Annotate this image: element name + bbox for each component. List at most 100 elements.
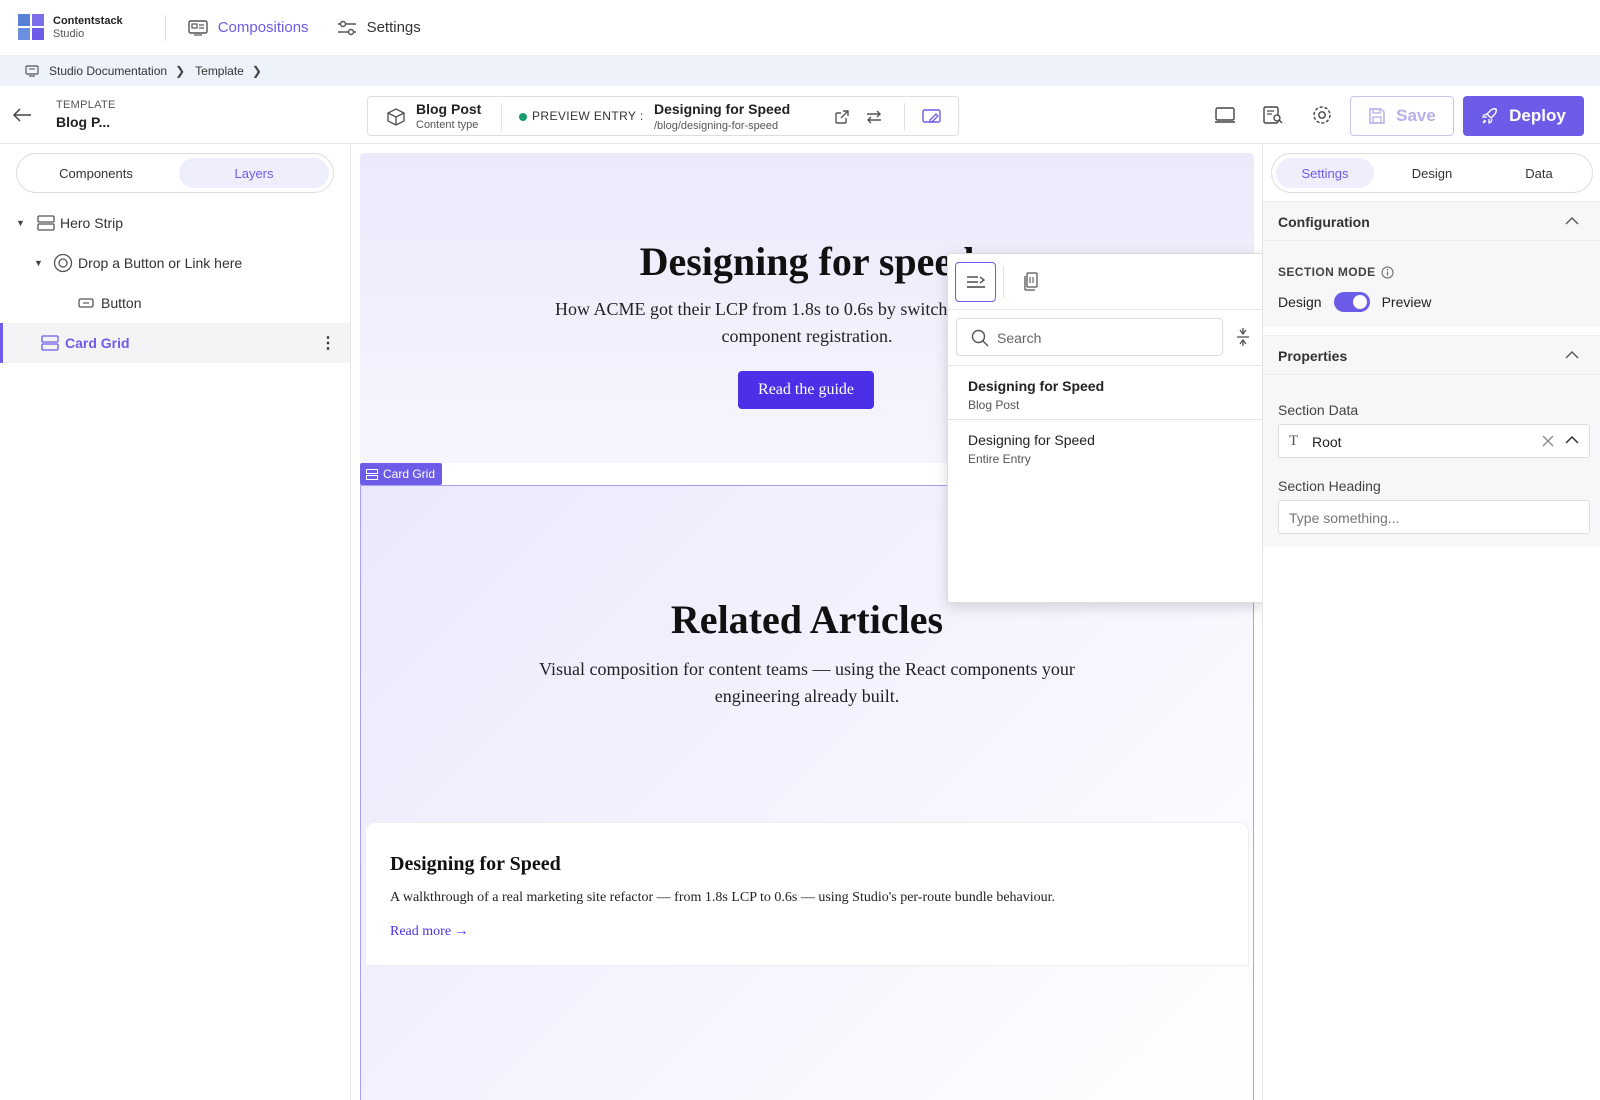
- deploy-button-label: Deploy: [1509, 106, 1566, 125]
- popup-option-sub: Blog Post: [968, 398, 1020, 412]
- nav-divider: [164, 14, 166, 41]
- layer-label: Hero Strip: [60, 215, 124, 231]
- article-card[interactable]: Designing for Speed A walkthrough of a r…: [365, 822, 1249, 966]
- sliders-icon: [337, 20, 356, 35]
- switch-entry-button[interactable]: [864, 107, 884, 127]
- brand-product: Studio: [53, 27, 85, 40]
- left-panel-tabs: Components Layers: [16, 153, 334, 193]
- floppy-icon: [1369, 108, 1385, 124]
- card-grid-title: Related Articles: [670, 597, 944, 642]
- arrow-left-icon: [12, 108, 31, 122]
- card-title: Designing for Speed: [390, 853, 561, 875]
- list-search-icon: [1263, 106, 1283, 124]
- caret-down-icon[interactable]: ▼: [16, 218, 25, 228]
- slot-icon: [53, 253, 73, 273]
- card-grid-subtitle: Visual composition for content teams — u…: [539, 659, 1075, 706]
- popup-search-placeholder: Search: [997, 330, 1042, 346]
- section-heading-label: Section Heading: [1278, 478, 1381, 494]
- entries-tab[interactable]: [1018, 268, 1044, 296]
- tab-components[interactable]: Components: [21, 158, 171, 188]
- section-mode-label: SECTION MODE: [1278, 265, 1394, 279]
- content-type-name[interactable]: Blog Post: [416, 101, 481, 117]
- section-icon: [366, 468, 378, 480]
- popup-option-sub: Entire Entry: [968, 452, 1031, 466]
- section-heading-placeholder: Type something...: [1289, 510, 1400, 526]
- layer-button[interactable]: Button: [0, 283, 350, 323]
- cube-icon: [387, 108, 405, 126]
- save-button[interactable]: Save: [1350, 96, 1454, 136]
- layer-hero-strip[interactable]: ▼ Hero Strip: [0, 203, 350, 243]
- open-external-button[interactable]: [832, 107, 852, 127]
- read-more-link[interactable]: Read more →: [390, 924, 469, 940]
- template-label: TEMPLATE: [56, 99, 116, 111]
- breadcrumb: Studio Documentation ❯ Template ❯: [0, 56, 1600, 86]
- section-data-value: Root: [1312, 434, 1342, 450]
- card-description: A walkthrough of a real marketing site r…: [390, 890, 1056, 905]
- breadcrumb-item-project[interactable]: Studio Documentation: [49, 64, 167, 78]
- breadcrumb-item-template[interactable]: Template: [195, 64, 244, 78]
- popup-option[interactable]: Designing for Speed Blog Post: [948, 366, 1266, 420]
- popup-search-input[interactable]: Search: [956, 318, 1223, 356]
- configuration-title: Configuration: [1278, 214, 1370, 230]
- device-preview-button[interactable]: [1213, 103, 1237, 127]
- logo[interactable]: Contentstack Studio: [18, 14, 123, 41]
- text-type-icon: T: [1289, 433, 1299, 449]
- top-nav: Contentstack Studio Compositions Setting…: [0, 0, 1600, 56]
- info-icon[interactable]: [1381, 266, 1394, 279]
- chevron-up-icon[interactable]: [1565, 435, 1579, 445]
- brand-name: Contentstack: [53, 14, 123, 27]
- nav-settings-label: Settings: [366, 19, 421, 36]
- tab-layers[interactable]: Layers: [179, 158, 329, 188]
- rocket-icon: [1482, 108, 1498, 125]
- section-mode-toggle[interactable]: [1333, 292, 1370, 312]
- preview-entry-bar: Blog Post Content type PREVIEW ENTRY : D…: [367, 96, 959, 136]
- settings-button[interactable]: [1310, 103, 1334, 127]
- laptop-icon: [1215, 107, 1235, 123]
- copy-icon: [1024, 272, 1038, 291]
- divider: [1003, 266, 1004, 298]
- nav-settings[interactable]: Settings: [337, 19, 421, 36]
- layer-label: Drop a Button or Link here: [78, 255, 243, 271]
- audit-button[interactable]: [1261, 103, 1285, 127]
- more-vertical-icon[interactable]: ⋮: [320, 333, 336, 353]
- tab-design[interactable]: Design: [1383, 158, 1481, 188]
- section-heading-input[interactable]: Type something...: [1278, 500, 1590, 534]
- properties-header[interactable]: Properties: [1263, 335, 1600, 375]
- layer-drop-slot[interactable]: ▼ Drop a Button or Link here: [0, 243, 350, 283]
- collapse-all-button[interactable]: [1232, 326, 1254, 348]
- template-name: Blog P...: [56, 114, 111, 130]
- data-source-popover: Search Designing for Speed Blog Post Des…: [947, 253, 1267, 603]
- hero-cta-button[interactable]: Read the guide: [738, 371, 874, 409]
- mode-preview-label: Preview: [1381, 294, 1432, 310]
- tab-settings[interactable]: Settings: [1276, 158, 1374, 188]
- button-icon: [78, 298, 94, 308]
- properties-title: Properties: [1278, 348, 1348, 364]
- fields-tab[interactable]: [955, 262, 996, 302]
- screen-edit-icon: [922, 109, 941, 123]
- deploy-button[interactable]: Deploy: [1463, 96, 1584, 136]
- clear-icon[interactable]: [1541, 434, 1555, 448]
- layer-card-grid[interactable]: Card Grid ⋮: [0, 323, 350, 363]
- live-preview-button[interactable]: [922, 107, 942, 127]
- selected-section-tag-label: Card Grid: [383, 467, 436, 481]
- project-icon: [25, 65, 39, 77]
- preview-entry-title[interactable]: Designing for Speed: [654, 101, 790, 117]
- section-data-select[interactable]: T Root: [1278, 424, 1590, 458]
- right-panel: Settings Design Data Configuration SECTI…: [1262, 145, 1600, 1100]
- selected-section-tag: Card Grid: [360, 463, 442, 485]
- chevron-up-icon: [1565, 351, 1579, 359]
- preview-entry-label: PREVIEW ENTRY :: [532, 109, 644, 123]
- caret-down-icon[interactable]: ▼: [34, 258, 43, 268]
- section-mode-label-text: SECTION MODE: [1278, 265, 1376, 279]
- layer-label: Card Grid: [65, 335, 130, 351]
- nav-compositions[interactable]: Compositions: [187, 19, 309, 36]
- left-panel: Components Layers ▼ Hero Strip ▼ Drop a …: [0, 145, 351, 1100]
- configuration-header[interactable]: Configuration: [1263, 201, 1600, 241]
- external-link-icon: [835, 110, 849, 124]
- back-button[interactable]: [10, 103, 34, 127]
- editor-toolbar: TEMPLATE Blog P... Blog Post Content typ…: [0, 86, 1600, 144]
- right-panel-tabs: Settings Design Data: [1271, 153, 1593, 193]
- popup-option[interactable]: Designing for Speed Entire Entry: [948, 420, 1266, 474]
- chevron-right-icon: ❯: [175, 64, 186, 78]
- tab-data[interactable]: Data: [1490, 158, 1588, 188]
